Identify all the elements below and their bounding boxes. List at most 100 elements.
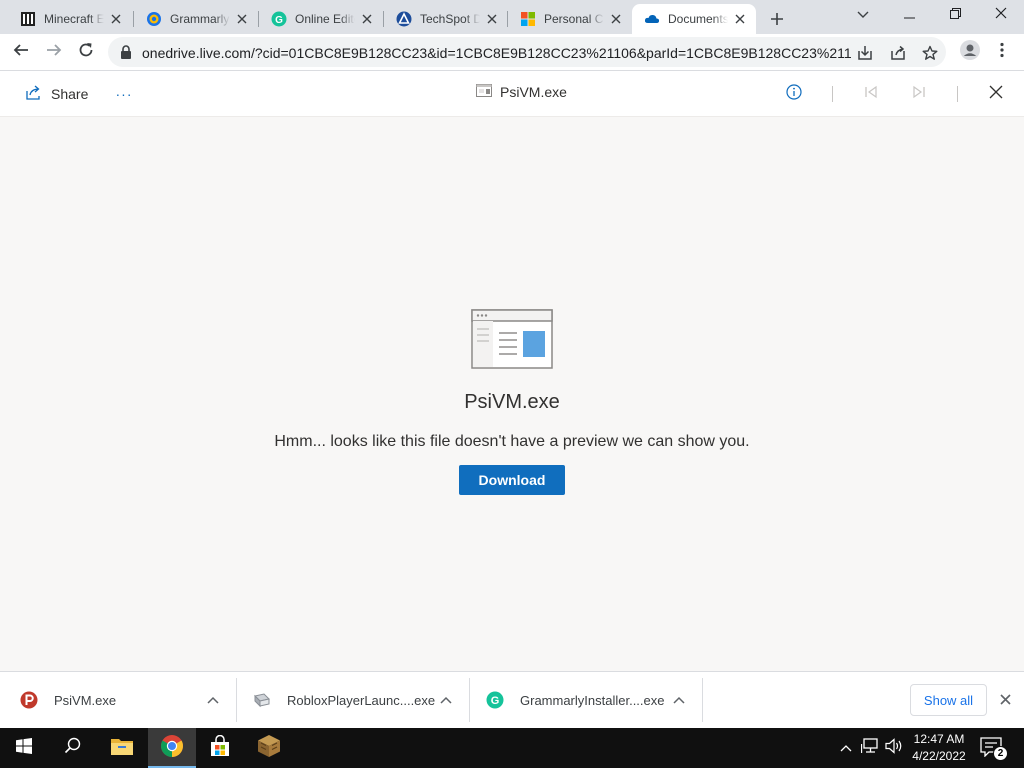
command-divider	[832, 86, 833, 102]
address-url: onedrive.live.com/?cid=01CBC8E9B128CC23&…	[142, 45, 852, 61]
chevron-up-icon	[840, 739, 852, 757]
skip-previous-icon	[864, 85, 878, 104]
generic-file-icon	[476, 84, 500, 100]
lock-icon[interactable]	[120, 45, 134, 59]
share-icon	[26, 85, 51, 103]
share-button[interactable]: Share	[26, 83, 88, 105]
close-icon[interactable]	[108, 11, 124, 27]
tab-title: Minecraft Education Edition	[44, 12, 104, 26]
chrome-icon	[160, 734, 184, 763]
more-options-button[interactable]: ···	[112, 83, 136, 105]
chevron-up-icon	[673, 691, 685, 709]
share-label: Share	[51, 86, 89, 102]
search-button[interactable]	[48, 728, 96, 768]
browser-menu-button[interactable]	[988, 38, 1016, 66]
reload-button[interactable]	[72, 38, 100, 66]
grammarly-icon: G	[271, 11, 287, 27]
chevron-up-icon	[440, 691, 452, 709]
chevron-up-icon	[207, 691, 219, 709]
tab-personal-cloud[interactable]: Personal Cloud Storage	[508, 4, 632, 34]
notification-count-badge: 2	[993, 746, 1008, 761]
download-menu-button[interactable]	[205, 692, 221, 708]
browser-toolbar: onedrive.live.com/?cid=01CBC8E9B128CC23&…	[0, 34, 1024, 71]
microsoft-icon	[520, 11, 536, 27]
clock-time: 12:47 AM	[913, 732, 965, 746]
forward-button[interactable]	[40, 38, 68, 66]
onedrive-cloud-icon	[644, 11, 660, 27]
profile-button[interactable]	[956, 38, 984, 66]
viewer-file-name: PsiVM.exe	[500, 84, 567, 100]
skip-next-icon	[912, 85, 926, 104]
network-button[interactable]	[860, 737, 880, 758]
share-page-icon[interactable]	[889, 44, 907, 62]
vertical-ellipsis-icon	[1000, 42, 1004, 63]
download-button[interactable]: Download	[459, 465, 565, 495]
tab-search-button[interactable]	[840, 0, 886, 30]
taskbar-file-explorer[interactable]	[98, 728, 146, 768]
restore-icon	[949, 6, 961, 24]
previous-file-button[interactable]	[860, 83, 882, 105]
no-preview-illustration-icon	[471, 309, 553, 374]
show-all-downloads-button[interactable]: Show all	[910, 684, 987, 716]
more-options-label: ···	[115, 86, 133, 102]
windows-taskbar: 12:47 AM 4/22/2022 2	[0, 728, 1024, 768]
close-icon[interactable]	[732, 11, 748, 27]
next-file-button[interactable]	[908, 83, 930, 105]
new-tab-button[interactable]	[765, 7, 789, 31]
arrow-right-icon	[46, 42, 62, 63]
roblox-installer-icon	[253, 691, 271, 709]
tab-minecraft[interactable]: Minecraft Education Edition	[8, 4, 132, 34]
taskbar-minecraft[interactable]	[245, 728, 293, 768]
close-icon	[999, 692, 1011, 710]
close-icon[interactable]	[484, 11, 500, 27]
preview-file-name: PsiVM.exe	[464, 391, 560, 413]
install-app-icon[interactable]	[856, 44, 874, 62]
start-button[interactable]	[0, 728, 48, 768]
tab-strip: Minecraft Education Edition Grammarly G …	[0, 0, 1024, 34]
tab-techspot[interactable]: TechSpot Downloads	[384, 4, 508, 34]
close-icon[interactable]	[359, 11, 375, 27]
close-shelf-button[interactable]	[996, 692, 1014, 710]
taskbar-clock[interactable]: 12:47 AM 4/22/2022	[900, 731, 978, 765]
close-icon[interactable]	[608, 11, 624, 27]
chevron-down-icon	[857, 6, 869, 24]
minimize-button[interactable]	[886, 0, 932, 30]
download-divider	[469, 678, 470, 722]
viewer-file-title: PsiVM.exe	[476, 84, 567, 100]
taskbar-chrome[interactable]	[148, 728, 196, 768]
notification-center-button[interactable]: 2	[980, 737, 1008, 761]
tab-title: Personal Cloud Storage	[544, 12, 604, 26]
grammarly-chrome-icon	[146, 11, 162, 27]
svg-text:G: G	[275, 15, 283, 26]
tab-title: Documents	[668, 12, 728, 26]
download-menu-button[interactable]	[671, 692, 687, 708]
close-icon	[995, 6, 1007, 24]
bookmark-star-icon[interactable]	[921, 44, 939, 62]
tab-title: TechSpot Downloads	[420, 12, 480, 26]
download-item-psivm[interactable]: PsiVM.exe	[20, 677, 116, 723]
address-bar[interactable]: onedrive.live.com/?cid=01CBC8E9B128CC23&…	[108, 37, 946, 67]
download-item-grammarly[interactable]: G GrammarlyInstaller....exe	[486, 677, 665, 723]
tab-documents[interactable]: Documents	[632, 4, 756, 34]
onedrive-command-bar: Share ··· PsiVM.exe	[0, 71, 1024, 117]
close-window-button[interactable]	[978, 0, 1024, 30]
back-button[interactable]	[7, 38, 35, 66]
taskbar-store[interactable]	[196, 728, 244, 768]
download-shelf: PsiVM.exe RobloxPlayerLaunc....exe G Gra…	[0, 671, 1024, 728]
tab-grammarly[interactable]: Grammarly	[134, 4, 258, 34]
folder-icon	[111, 737, 133, 760]
windows-logo-icon	[16, 737, 32, 759]
download-divider	[702, 678, 703, 722]
show-hidden-icons-button[interactable]	[836, 738, 856, 758]
tab-online-editor[interactable]: G Online Editor	[259, 4, 383, 34]
details-button[interactable]	[783, 83, 805, 105]
close-icon[interactable]	[234, 11, 250, 27]
restore-button[interactable]	[932, 0, 978, 30]
close-viewer-button[interactable]	[985, 83, 1007, 105]
psiphon-icon	[20, 691, 38, 709]
store-bag-icon	[209, 734, 231, 762]
file-preview-area: PsiVM.exe Hmm... looks like this file do…	[0, 117, 1024, 671]
arrow-left-icon	[13, 42, 29, 63]
download-item-roblox[interactable]: RobloxPlayerLaunc....exe	[253, 677, 435, 723]
download-menu-button[interactable]	[438, 692, 454, 708]
